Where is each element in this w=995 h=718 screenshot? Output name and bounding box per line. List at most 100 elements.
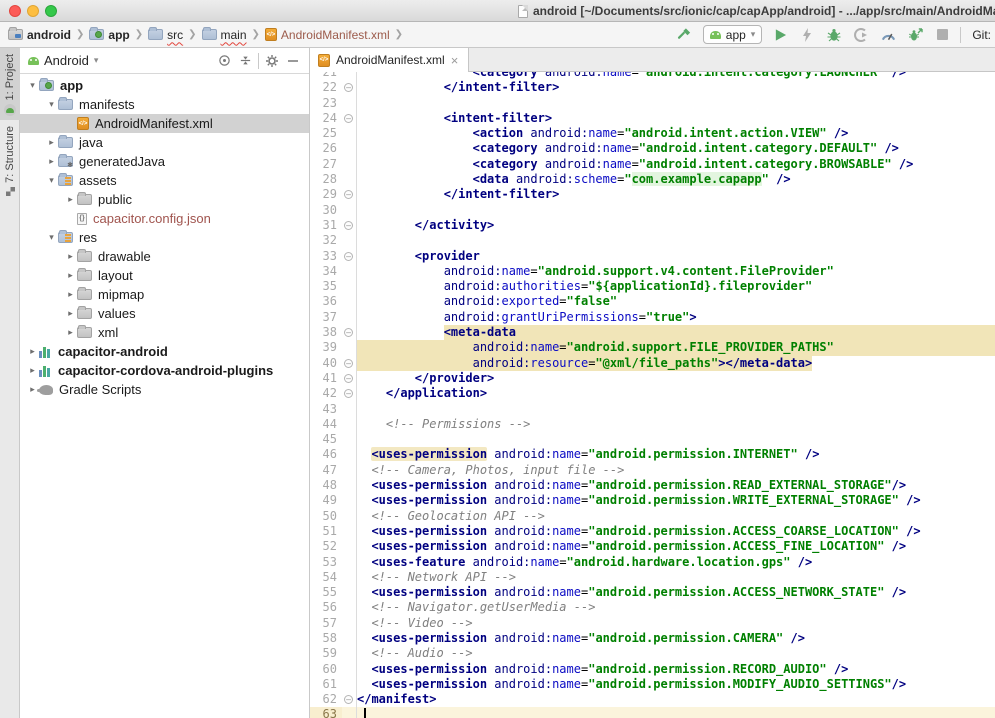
code-text[interactable]: <uses-permission android:name="android.p…: [357, 524, 995, 539]
minimize-window-button[interactable]: [27, 5, 39, 17]
code-line[interactable]: 35 android:authorities="${applicationId}…: [310, 279, 995, 294]
code-line[interactable]: 39 android:name="android.support.FILE_PR…: [310, 340, 995, 355]
code-text[interactable]: </activity>: [357, 218, 995, 233]
code-line[interactable]: 55 <uses-permission android:name="androi…: [310, 585, 995, 600]
code-text[interactable]: <intent-filter>: [357, 111, 995, 126]
fold-marker-icon[interactable]: –: [344, 114, 353, 123]
tree-item-capacitor-android[interactable]: ▸capacitor-android: [20, 342, 309, 361]
settings-gear-button[interactable]: [264, 53, 280, 69]
project-view-selector[interactable]: Android: [44, 53, 89, 68]
code-line[interactable]: 58 <uses-permission android:name="androi…: [310, 631, 995, 646]
code-text[interactable]: <uses-permission android:name="android.p…: [357, 585, 995, 600]
tab-androidmanifest[interactable]: AndroidManifest.xml ×: [310, 48, 469, 72]
code-text[interactable]: <category android:name="android.intent.c…: [357, 141, 995, 156]
code-line[interactable]: 62–</manifest>: [310, 692, 995, 707]
code-line[interactable]: 32: [310, 233, 995, 248]
breadcrumb-item-android[interactable]: android: [6, 27, 73, 43]
code-text[interactable]: <uses-feature android:name="android.hard…: [357, 555, 995, 570]
collapse-all-button[interactable]: [237, 53, 253, 69]
code-text[interactable]: android:exported="false": [357, 294, 995, 309]
fold-marker-icon[interactable]: –: [344, 389, 353, 398]
build-hammer-button[interactable]: [676, 26, 694, 44]
maximize-window-button[interactable]: [45, 5, 57, 17]
code-line[interactable]: 56 <!-- Navigator.getUserMedia -->: [310, 600, 995, 615]
tree-expand-arrow-icon[interactable]: ▾: [45, 232, 58, 243]
code-line[interactable]: 53 <uses-feature android:name="android.h…: [310, 555, 995, 570]
code-line[interactable]: 31– </activity>: [310, 218, 995, 233]
code-line[interactable]: 41– </provider>: [310, 371, 995, 386]
code-text[interactable]: android:name="android.support.FILE_PROVI…: [357, 340, 995, 355]
code-line[interactable]: 29– </intent-filter>: [310, 187, 995, 202]
breadcrumb-item-main[interactable]: main: [200, 27, 249, 43]
code-line[interactable]: 63: [310, 707, 995, 718]
code-text[interactable]: </provider>: [357, 371, 995, 386]
tree-item-mipmap[interactable]: ▸mipmap: [20, 285, 309, 304]
code-line[interactable]: 59 <!-- Audio -->: [310, 646, 995, 661]
close-tab-icon[interactable]: ×: [451, 54, 459, 67]
code-text[interactable]: [357, 432, 995, 447]
tree-expand-arrow-icon[interactable]: ▸: [64, 327, 77, 338]
tree-item-res[interactable]: ▾res: [20, 228, 309, 247]
code-text[interactable]: <!-- Navigator.getUserMedia -->: [357, 600, 995, 615]
git-label[interactable]: Git:: [970, 28, 991, 42]
code-line[interactable]: 51 <uses-permission android:name="androi…: [310, 524, 995, 539]
close-window-button[interactable]: [9, 5, 21, 17]
tree-item-values[interactable]: ▸values: [20, 304, 309, 323]
tree-expand-arrow-icon[interactable]: ▸: [64, 289, 77, 300]
tree-expand-arrow-icon[interactable]: ▸: [64, 194, 77, 205]
fold-marker-icon[interactable]: –: [344, 252, 353, 261]
fold-marker-icon[interactable]: –: [344, 328, 353, 337]
attach-debugger-button[interactable]: [906, 26, 924, 44]
code-text[interactable]: </intent-filter>: [357, 80, 995, 95]
code-text[interactable]: android:grantUriPermissions="true">: [357, 310, 995, 325]
tree-expand-arrow-icon[interactable]: ▸: [45, 137, 58, 148]
breadcrumb-item-androidmanifest-xml[interactable]: AndroidManifest.xml: [263, 27, 392, 43]
tree-item-assets[interactable]: ▾assets: [20, 171, 309, 190]
tree-expand-arrow-icon[interactable]: ▾: [45, 99, 58, 110]
tree-item-drawable[interactable]: ▸drawable: [20, 247, 309, 266]
code-text[interactable]: [357, 707, 995, 718]
code-text[interactable]: <uses-permission android:name="android.p…: [357, 631, 995, 646]
code-text[interactable]: <!-- Permissions -->: [357, 417, 995, 432]
code-text[interactable]: <!-- Geolocation API -->: [357, 509, 995, 524]
tree-item-manifests[interactable]: ▾manifests: [20, 95, 309, 114]
code-text[interactable]: <provider: [357, 249, 995, 264]
tree-expand-arrow-icon[interactable]: ▾: [45, 175, 58, 186]
code-line[interactable]: 52 <uses-permission android:name="androi…: [310, 539, 995, 554]
fold-marker-icon[interactable]: –: [344, 374, 353, 383]
run-with-coverage-button[interactable]: [852, 26, 870, 44]
profiler-button[interactable]: [879, 26, 897, 44]
debug-button[interactable]: [825, 26, 843, 44]
fold-marker-icon[interactable]: –: [344, 359, 353, 368]
code-text[interactable]: android:authorities="${applicationId}.fi…: [357, 279, 995, 294]
tree-expand-arrow-icon[interactable]: ▸: [64, 251, 77, 262]
code-text[interactable]: <uses-permission android:name="android.p…: [357, 447, 995, 462]
code-line[interactable]: 28 <data android:scheme="com.example.cap…: [310, 172, 995, 187]
tree-expand-arrow-icon[interactable]: ▸: [64, 270, 77, 281]
tree-expand-arrow-icon[interactable]: ▸: [26, 365, 39, 376]
code-line[interactable]: 48 <uses-permission android:name="androi…: [310, 478, 995, 493]
code-line[interactable]: 46 <uses-permission android:name="androi…: [310, 447, 995, 462]
code-text[interactable]: </intent-filter>: [357, 187, 995, 202]
tool-window-button-1-project[interactable]: 1: Project: [0, 48, 20, 120]
stop-button[interactable]: [933, 26, 951, 44]
chevron-down-icon[interactable]: ▾: [94, 55, 99, 66]
tree-expand-arrow-icon[interactable]: ▾: [26, 80, 39, 91]
code-line[interactable]: 38– <meta-data: [310, 325, 995, 340]
code-line[interactable]: 47 <!-- Camera, Photos, input file -->: [310, 463, 995, 478]
code-text[interactable]: <!-- Audio -->: [357, 646, 995, 661]
tree-expand-arrow-icon[interactable]: ▸: [26, 346, 39, 357]
tree-item-generatedjava[interactable]: ▸generatedJava: [20, 152, 309, 171]
code-line[interactable]: 43: [310, 402, 995, 417]
code-text[interactable]: <uses-permission android:name="android.p…: [357, 493, 995, 508]
tree-item-gradle-scripts[interactable]: ▸Gradle Scripts: [20, 380, 309, 399]
code-line[interactable]: 37 android:grantUriPermissions="true">: [310, 310, 995, 325]
locate-file-button[interactable]: [216, 53, 232, 69]
tree-item-androidmanifest-xml[interactable]: AndroidManifest.xml: [20, 114, 309, 133]
code-line[interactable]: 50 <!-- Geolocation API -->: [310, 509, 995, 524]
code-line[interactable]: 30: [310, 203, 995, 218]
tree-item-layout[interactable]: ▸layout: [20, 266, 309, 285]
tree-item-capacitor-cordova-android-plugins[interactable]: ▸capacitor-cordova-android-plugins: [20, 361, 309, 380]
code-text[interactable]: android:name="android.support.v4.content…: [357, 264, 995, 279]
code-line[interactable]: 60 <uses-permission android:name="androi…: [310, 662, 995, 677]
